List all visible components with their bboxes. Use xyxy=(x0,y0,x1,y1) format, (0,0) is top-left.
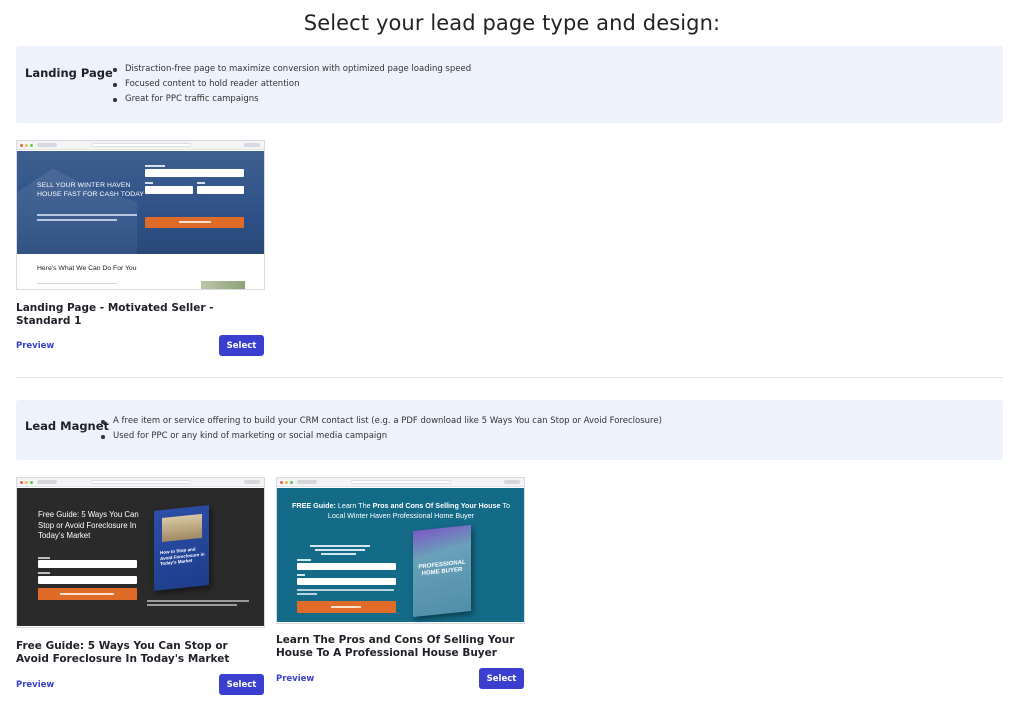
thumb-subheading: Here’s What We Can Do For You xyxy=(37,265,137,272)
section-divider xyxy=(16,377,1003,378)
landing-page-section-title: Landing Page xyxy=(25,66,113,80)
thumb-headline: SELL YOUR WINTER HAVEN xyxy=(37,182,131,189)
landing-page-info-box: Landing Page Distraction-free page to ma… xyxy=(16,46,1003,123)
browser-chrome xyxy=(277,478,524,487)
lead-magnet-bullets: A free item or service offering to build… xyxy=(101,414,662,444)
select-button[interactable]: Select xyxy=(219,674,264,695)
bullet: A free item or service offering to build… xyxy=(101,414,662,429)
preview-link[interactable]: Preview xyxy=(16,341,54,351)
thumb-headline: HOUSE FAST FOR CASH TODAY xyxy=(37,191,144,198)
lead-magnet-section-title: Lead Magnet xyxy=(25,419,110,433)
template-card-pros-cons-guide: FREE Guide: Learn The Pros and Cons Of S… xyxy=(276,477,525,692)
bullet: Used for PPC or any kind of marketing or… xyxy=(101,429,662,444)
hero-image: SELL YOUR WINTER HAVEN HOUSE FAST FOR CA… xyxy=(17,151,264,254)
template-thumbnail[interactable]: SELL YOUR WINTER HAVEN HOUSE FAST FOR CA… xyxy=(16,140,265,290)
template-thumbnail[interactable]: Free Guide: 5 Ways You Can Stop or Avoid… xyxy=(16,477,265,628)
template-title: Landing Page - Motivated Seller - Standa… xyxy=(16,302,214,327)
preview-link[interactable]: Preview xyxy=(16,680,54,690)
template-card-motivated-seller: SELL YOUR WINTER HAVEN HOUSE FAST FOR CA… xyxy=(16,140,265,358)
select-button[interactable]: Select xyxy=(219,335,264,356)
preview-link[interactable]: Preview xyxy=(276,674,314,684)
template-card-foreclosure-guide: Free Guide: 5 Ways You Can Stop or Avoid… xyxy=(16,477,265,697)
thumb-headline: Free Guide: 5 Ways You Can Stop or Avoid… xyxy=(38,510,139,540)
ebook-title: How to Stop and Avoid Foreclosure in Tod… xyxy=(160,546,205,567)
ebook-title: PROFESSIONAL HOME BUYER xyxy=(418,559,466,577)
browser-chrome xyxy=(17,141,264,150)
landing-page-bullets: Distraction-free page to maximize conver… xyxy=(113,62,471,107)
ebook-cover: How to Stop and Avoid Foreclosure in Tod… xyxy=(154,505,209,591)
template-thumbnail[interactable]: FREE Guide: Learn The Pros and Cons Of S… xyxy=(276,477,525,624)
select-button[interactable]: Select xyxy=(479,668,524,689)
thumb-headline: FREE Guide: Learn The Pros and Cons Of S… xyxy=(292,501,510,520)
template-title: Free Guide: 5 Ways You Can Stop or Avoid… xyxy=(16,640,230,665)
template-title: Learn The Pros and Cons Of Selling Your … xyxy=(276,634,515,659)
page-title: Select your lead page type and design: xyxy=(303,11,721,35)
ebook-cover: PROFESSIONAL HOME BUYER xyxy=(413,524,471,618)
bullet: Distraction-free page to maximize conver… xyxy=(113,62,471,77)
browser-chrome xyxy=(17,478,264,487)
bullet: Focused content to hold reader attention xyxy=(113,77,471,92)
bullet: Great for PPC traffic campaigns xyxy=(113,92,471,107)
lead-magnet-info-box: Lead Magnet A free item or service offer… xyxy=(16,400,1003,460)
